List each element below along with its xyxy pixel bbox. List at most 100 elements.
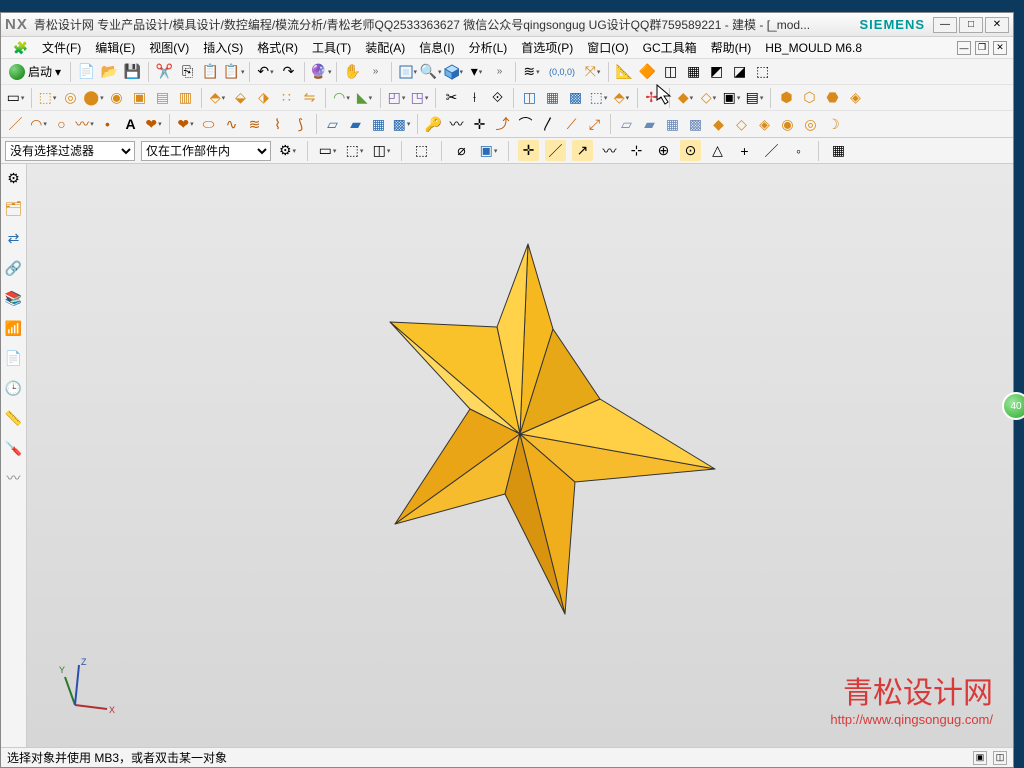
redo-button[interactable]: ↷: [278, 61, 299, 82]
sel-tool-g[interactable]: ▣: [478, 140, 499, 161]
sketch-button[interactable]: ▭: [5, 87, 26, 108]
curve-f-button[interactable]: ⟆: [290, 114, 311, 135]
subtract-button[interactable]: ⬙: [230, 87, 251, 108]
clock-icon[interactable]: 🕒: [4, 378, 24, 398]
snap-grid[interactable]: ▦: [828, 140, 849, 161]
sel-tool-b[interactable]: ▭: [317, 140, 338, 161]
ff-c-button[interactable]: ▦: [662, 114, 683, 135]
edit-g-button[interactable]: ⟋: [561, 114, 582, 135]
snap-d[interactable]: 〰: [599, 140, 620, 161]
scope-select[interactable]: 仅在工作部件内: [141, 141, 271, 161]
clip-button[interactable]: ▦: [683, 61, 704, 82]
menu-file[interactable]: 文件(F): [36, 37, 87, 58]
text-button[interactable]: A: [120, 114, 141, 135]
mdi-close-button[interactable]: ✕: [993, 41, 1007, 55]
assoc-d-button[interactable]: ▤: [744, 87, 765, 108]
start-button[interactable]: 启动 ▾: [5, 61, 65, 83]
misc-a-button[interactable]: ◩: [706, 61, 727, 82]
snap-a[interactable]: ✛: [518, 140, 539, 161]
pad-button[interactable]: ▤: [152, 87, 173, 108]
copy-button[interactable]: ⎘: [177, 61, 198, 82]
sel-tool-e[interactable]: ⬚: [411, 140, 432, 161]
menu-hbmould[interactable]: HB_MOULD M6.8: [759, 39, 868, 57]
edit-f-button[interactable]: 〳: [538, 114, 559, 135]
snap-k[interactable]: ◦: [788, 140, 809, 161]
history-icon[interactable]: 📄: [4, 348, 24, 368]
close-button[interactable]: ✕: [985, 17, 1009, 33]
snap-c[interactable]: ↗: [572, 140, 593, 161]
mdi-minimize-button[interactable]: —: [957, 41, 971, 55]
menu-edit[interactable]: 编辑(E): [89, 37, 141, 58]
open-button[interactable]: 📂: [99, 61, 120, 82]
snap-h[interactable]: △: [707, 140, 728, 161]
point-button[interactable]: •: [97, 114, 118, 135]
surf-d-button[interactable]: ▩: [391, 114, 412, 135]
graphics-viewport[interactable]: X Y Z 青松设计网 http://www.qingsongug.com/: [27, 164, 1013, 747]
sheet-e-button[interactable]: ⬘: [611, 87, 632, 108]
surf-c-button[interactable]: ▦: [368, 114, 389, 135]
pattern-button[interactable]: ∷: [276, 87, 297, 108]
menu-format[interactable]: 格式(R): [251, 37, 304, 58]
intersect-button[interactable]: ⬗: [253, 87, 274, 108]
shade-button[interactable]: [443, 61, 464, 82]
chamfer-button[interactable]: ◣: [354, 87, 375, 108]
sel-tool-f[interactable]: ⌀: [451, 140, 472, 161]
edit-b-button[interactable]: 〰: [446, 114, 467, 135]
assoc-b-button[interactable]: ◇: [698, 87, 719, 108]
mirror-button[interactable]: ⇋: [299, 87, 320, 108]
menu-analysis[interactable]: 分析(L): [463, 37, 514, 58]
resource-settings-icon[interactable]: ⚙: [4, 168, 24, 188]
wcs-button[interactable]: (0,0,0): [544, 61, 580, 82]
toolbar-overflow-2[interactable]: »: [489, 61, 510, 82]
mdi-restore-button[interactable]: ❐: [975, 41, 989, 55]
menu-view[interactable]: 视图(V): [143, 37, 195, 58]
misc-c-button[interactable]: ⬚: [752, 61, 773, 82]
roles-icon[interactable]: 📏: [4, 408, 24, 428]
part-navigator-icon[interactable]: 🗂: [4, 198, 24, 218]
sheet-c-button[interactable]: ▩: [565, 87, 586, 108]
sheet-a-button[interactable]: ◫: [519, 87, 540, 108]
arc-button[interactable]: ◠: [28, 114, 49, 135]
menu-info[interactable]: 信息(I): [413, 37, 460, 58]
reuse-library-icon[interactable]: 📚: [4, 288, 24, 308]
ff-d-button[interactable]: ▩: [685, 114, 706, 135]
status-icon-b[interactable]: ◫: [993, 751, 1007, 765]
maximize-button[interactable]: □: [959, 17, 983, 33]
assoc-a-button[interactable]: ◆: [675, 87, 696, 108]
split-button[interactable]: ⟊: [464, 87, 485, 108]
slot-button[interactable]: ▥: [175, 87, 196, 108]
edit-c-button[interactable]: ✛: [469, 114, 490, 135]
curve-d-button[interactable]: ∿: [221, 114, 242, 135]
assembly-navigator-icon[interactable]: ⇄: [4, 228, 24, 248]
save-button[interactable]: 💾: [122, 61, 143, 82]
undo-button[interactable]: ↶: [255, 61, 276, 82]
menu-tools[interactable]: 工具(T): [306, 37, 357, 58]
snap-g[interactable]: ⊙: [680, 140, 701, 161]
mold-b-button[interactable]: ⬡: [799, 87, 820, 108]
line-button[interactable]: ／: [5, 114, 26, 135]
revolve-button[interactable]: ◎: [60, 87, 81, 108]
snap-b[interactable]: ／: [545, 140, 566, 161]
paste-special-button[interactable]: 📋: [223, 61, 244, 82]
snap-f[interactable]: ⊕: [653, 140, 674, 161]
sheet-b-button[interactable]: ▦: [542, 87, 563, 108]
analyze-button[interactable]: 🔶: [637, 61, 658, 82]
hole-button[interactable]: ⬤: [83, 87, 104, 108]
assoc-c-button[interactable]: ▣: [721, 87, 742, 108]
filter-select[interactable]: 没有选择过滤器: [5, 141, 135, 161]
mold-a-button[interactable]: ⬢: [776, 87, 797, 108]
toolbar-overflow-1[interactable]: »: [365, 61, 386, 82]
measure-button[interactable]: 📐: [614, 61, 635, 82]
nx-menu-icon[interactable]: 🧩: [7, 39, 34, 57]
unite-button[interactable]: ⬘: [207, 87, 228, 108]
constraint-navigator-icon[interactable]: 🔗: [4, 258, 24, 278]
wcs-orient-button[interactable]: ⤧: [582, 61, 603, 82]
snap-i[interactable]: +: [734, 140, 755, 161]
cut-button[interactable]: ✂️: [154, 61, 175, 82]
edit-a-button[interactable]: 🔑: [423, 114, 444, 135]
star-model[interactable]: [260, 234, 780, 654]
ff-a-button[interactable]: ▱: [616, 114, 637, 135]
shell-button[interactable]: ◰: [386, 87, 407, 108]
ff-j-button[interactable]: ☽: [823, 114, 844, 135]
menu-window[interactable]: 窗口(O): [581, 37, 634, 58]
